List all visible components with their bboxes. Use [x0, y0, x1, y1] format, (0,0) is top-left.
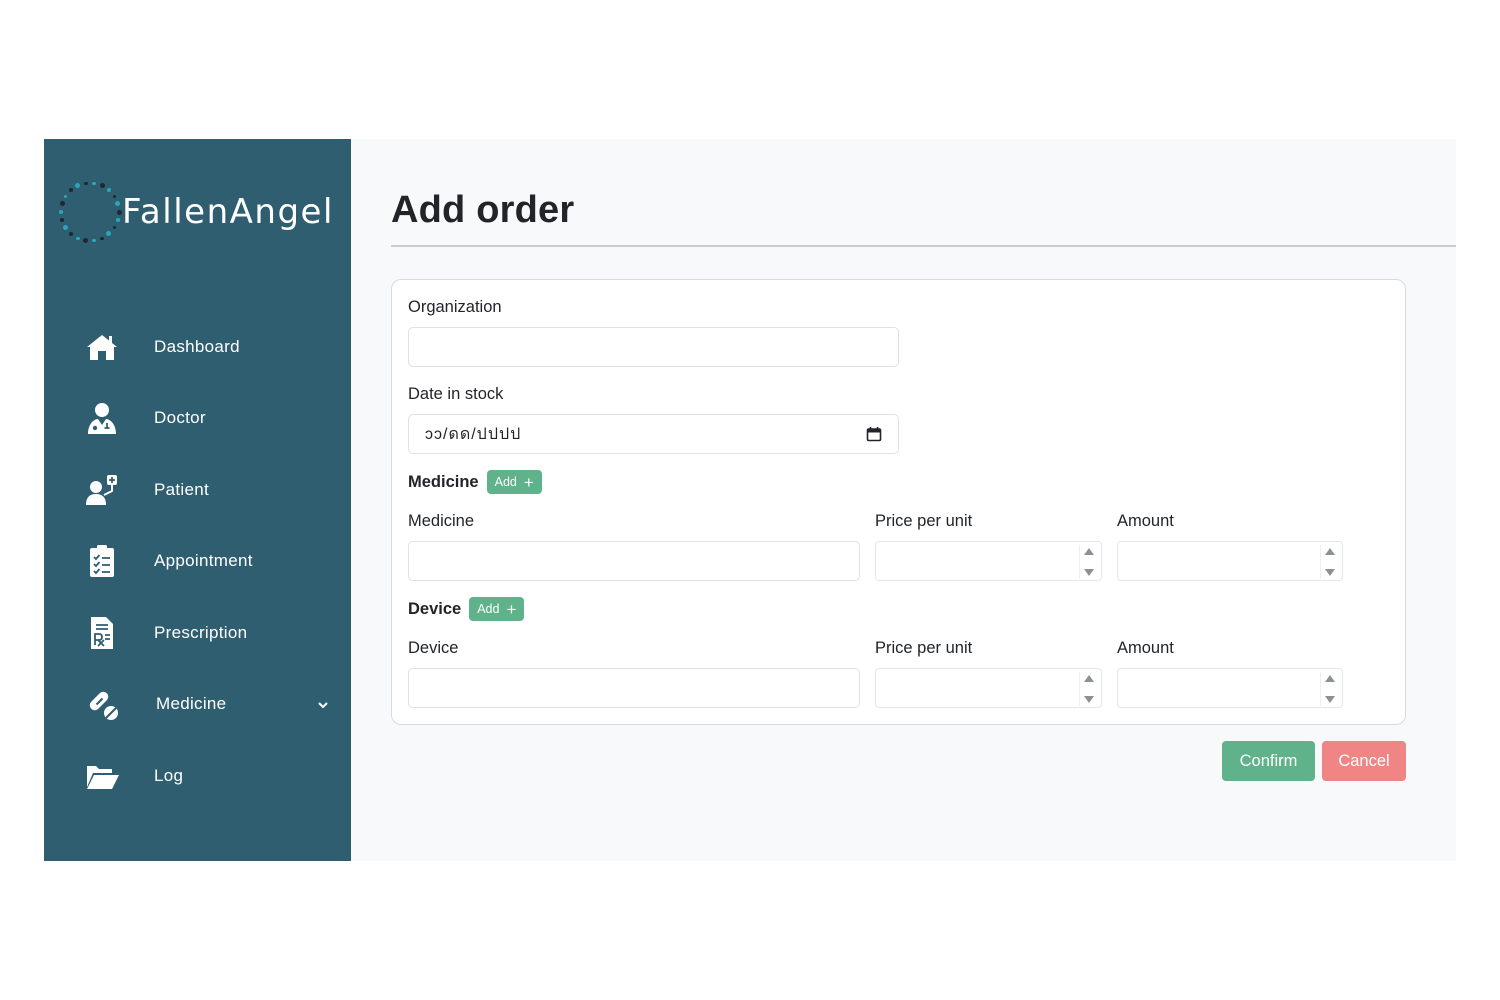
device-price-input[interactable]	[875, 668, 1102, 708]
add-medicine-button[interactable]: Add +	[486, 470, 542, 494]
spinner-up-icon[interactable]	[1083, 675, 1094, 682]
patient-icon	[84, 472, 120, 508]
logo-dot	[75, 183, 81, 189]
logo-dot	[92, 238, 96, 243]
medicine-amount-input[interactable]	[1117, 541, 1343, 581]
sidebar-item-log[interactable]: Log	[44, 740, 351, 812]
logo-ring-icon	[58, 179, 124, 245]
spinner-up-icon[interactable]	[1083, 548, 1094, 555]
add-device-button[interactable]: Add +	[469, 597, 525, 621]
brand-name: FallenAngel	[122, 192, 334, 232]
device-section-header: Device Add +	[408, 597, 525, 621]
plus-icon: +	[506, 599, 517, 619]
spinner-down-icon[interactable]	[1083, 696, 1094, 703]
app-window: FallenAngel Dashboard Doctor Patient App…	[44, 139, 1456, 861]
medicine-amount-label: Amount	[1117, 512, 1174, 530]
logo-dot	[59, 201, 65, 207]
medicine-section-title: Medicine	[408, 472, 479, 491]
logo-dot	[69, 188, 73, 192]
sidebar-item-patient[interactable]: Patient	[44, 454, 351, 526]
page-title: Add order	[391, 189, 575, 231]
order-form-card: Organization Date in stock ɔɔ/ดด/ปปปป Me…	[391, 279, 1406, 725]
sidebar: FallenAngel Dashboard Doctor Patient App…	[44, 139, 351, 861]
logo-dot	[69, 232, 73, 236]
logo-dot	[63, 225, 69, 231]
doctor-icon	[84, 400, 120, 436]
spinner-down-icon[interactable]	[1083, 569, 1094, 576]
prescription-icon	[84, 615, 120, 651]
sidebar-item-label: Dashboard	[154, 336, 240, 356]
device-amount-label: Amount	[1117, 639, 1174, 657]
number-spinner	[1079, 672, 1097, 706]
logo-dot	[115, 201, 121, 207]
sidebar-nav: Dashboard Doctor Patient Appointment Pre…	[44, 311, 351, 812]
chevron-down-icon[interactable]	[317, 698, 329, 710]
logo-dot	[112, 225, 117, 230]
logo-dot	[84, 181, 88, 186]
pills-icon	[84, 686, 120, 722]
logo-dot	[92, 181, 96, 186]
clipboard-check-icon	[84, 543, 120, 579]
medicine-section-header: Medicine Add +	[408, 470, 542, 494]
number-spinner	[1320, 672, 1338, 706]
main-content: Add order Organization Date in stock ɔɔ/…	[351, 139, 1456, 861]
title-divider	[391, 245, 1456, 247]
brand-logo[interactable]: FallenAngel	[58, 177, 334, 247]
number-spinner	[1079, 545, 1097, 579]
device-section-title: Device	[408, 599, 462, 618]
sidebar-item-label: Prescription	[154, 622, 248, 642]
logo-dot	[83, 238, 89, 244]
cancel-button[interactable]: Cancel	[1322, 741, 1406, 781]
sidebar-item-prescription[interactable]: Prescription	[44, 597, 351, 669]
logo-dot	[112, 194, 117, 199]
logo-dot	[106, 231, 112, 237]
logo-dot	[76, 236, 80, 241]
logo-dot	[116, 218, 120, 222]
spinner-down-icon[interactable]	[1324, 696, 1335, 703]
spinner-up-icon[interactable]	[1324, 548, 1335, 555]
medicine-price-label: Price per unit	[875, 512, 973, 530]
logo-dot	[63, 194, 68, 199]
organization-label: Organization	[408, 298, 502, 316]
sidebar-item-label: Doctor	[154, 408, 206, 428]
logo-dot	[107, 188, 111, 192]
number-spinner	[1320, 545, 1338, 579]
add-button-label: Add	[477, 602, 500, 616]
spinner-down-icon[interactable]	[1324, 569, 1335, 576]
date-in-stock-label: Date in stock	[408, 385, 504, 403]
logo-dot	[60, 218, 64, 222]
logo-dot	[116, 209, 122, 215]
medicine-price-input[interactable]	[875, 541, 1102, 581]
device-amount-input[interactable]	[1117, 668, 1343, 708]
medicine-name-input[interactable]	[408, 541, 860, 581]
logo-dot	[100, 236, 104, 241]
sidebar-item-doctor[interactable]: Doctor	[44, 383, 351, 455]
plus-icon: +	[523, 472, 534, 492]
date-in-stock-input[interactable]: ɔɔ/ดด/ปปปป	[408, 414, 899, 454]
spinner-up-icon[interactable]	[1324, 675, 1335, 682]
sidebar-item-medicine[interactable]: Medicine	[44, 669, 351, 741]
logo-dot	[59, 210, 63, 214]
sidebar-item-appointment[interactable]: Appointment	[44, 526, 351, 598]
add-button-label: Add	[494, 475, 517, 489]
device-name-input[interactable]	[408, 668, 860, 708]
device-name-label: Device	[408, 639, 459, 657]
folder-open-icon	[84, 758, 120, 794]
home-icon	[84, 329, 120, 365]
date-placeholder: ɔɔ/ดด/ปปปป	[425, 425, 522, 443]
sidebar-item-label: Appointment	[154, 551, 253, 571]
logo-dot	[99, 183, 105, 189]
calendar-icon[interactable]	[866, 426, 882, 442]
sidebar-item-dashboard[interactable]: Dashboard	[44, 311, 351, 383]
sidebar-item-label: Medicine	[156, 694, 227, 714]
sidebar-item-label: Log	[154, 765, 184, 785]
medicine-name-label: Medicine	[408, 512, 475, 530]
confirm-button[interactable]: Confirm	[1222, 741, 1315, 781]
device-price-label: Price per unit	[875, 639, 973, 657]
organization-input[interactable]	[408, 327, 899, 367]
sidebar-item-label: Patient	[154, 479, 210, 499]
